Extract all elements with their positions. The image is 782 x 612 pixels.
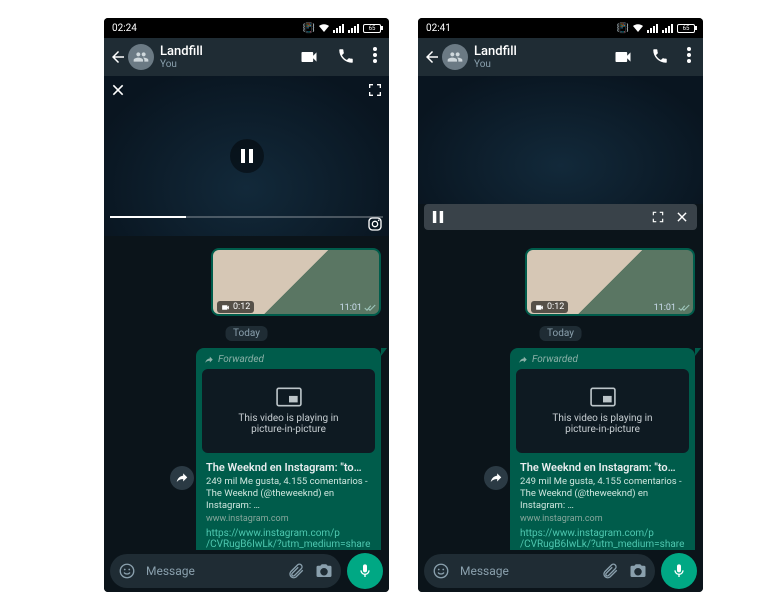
close-player-button[interactable]: [110, 82, 126, 98]
share-button[interactable]: [484, 466, 508, 490]
vibrate-icon: 📳: [617, 23, 629, 34]
status-bar: 02:24 📳 65: [104, 18, 389, 38]
fullscreen-button[interactable]: [367, 82, 383, 98]
message-composer: Message: [418, 550, 703, 592]
input-placeholder: Message: [460, 564, 591, 578]
link-message-bubble[interactable]: Forwarded This video is playing inpictur…: [196, 348, 381, 550]
battery-icon: 65: [363, 24, 381, 33]
share-button[interactable]: [170, 466, 194, 490]
battery-icon: 65: [677, 24, 695, 33]
link-preview[interactable]: The Weeknd en Instagram: "tomorr… 249 mi…: [514, 455, 691, 526]
video-duration: 0:12: [531, 301, 568, 313]
camera-button[interactable]: [629, 562, 647, 580]
mic-button[interactable]: [661, 553, 697, 589]
back-button[interactable]: [422, 48, 442, 66]
message-time: 11:01: [340, 303, 376, 313]
chat-title: Landfill: [160, 44, 299, 59]
emoji-button[interactable]: [118, 562, 136, 580]
status-bar: 02:41 📳 65: [418, 18, 703, 38]
voice-call-button[interactable]: [651, 47, 669, 67]
pause-button[interactable]: [230, 139, 264, 173]
chat-header: Landfill You: [418, 38, 703, 76]
link-url[interactable]: https://www.instagram.com/p/CVRugB6IwLk/…: [514, 526, 691, 550]
chat-title: Landfill: [474, 44, 613, 59]
emoji-button[interactable]: [432, 562, 450, 580]
video-call-button[interactable]: [299, 47, 319, 67]
link-domain: www.instagram.com: [520, 514, 685, 524]
input-placeholder: Message: [146, 564, 277, 578]
link-domain: www.instagram.com: [206, 514, 371, 524]
message-input[interactable]: Message: [424, 554, 655, 588]
forwarded-label: Forwarded: [200, 352, 377, 367]
link-description: 249 mil Me gusta, 4.155 comentarios - Th…: [206, 476, 371, 512]
more-menu-button[interactable]: [373, 47, 377, 67]
instagram-icon: [367, 216, 383, 232]
signal2-icon: [348, 24, 359, 33]
date-chip: Today: [539, 326, 582, 341]
back-button[interactable]: [108, 48, 128, 66]
pip-pause-button[interactable]: [432, 211, 444, 223]
seek-bar[interactable]: [110, 216, 383, 218]
message-composer: Message: [104, 550, 389, 592]
voice-call-button[interactable]: [337, 47, 355, 67]
more-menu-button[interactable]: [687, 47, 691, 67]
link-title: The Weeknd en Instagram: "tomorr…: [206, 461, 371, 474]
wifi-icon: [319, 24, 329, 32]
date-chip: Today: [225, 326, 268, 341]
chat-header: Landfill You: [104, 38, 389, 76]
signal-icon: [333, 24, 344, 33]
pip-placeholder[interactable]: This video is playing inpicture-in-pictu…: [202, 369, 375, 453]
link-title: The Weeknd en Instagram: "tomorr…: [520, 461, 685, 474]
video-surface[interactable]: [418, 76, 703, 204]
forwarded-label: Forwarded: [514, 352, 691, 367]
video-message-bubble[interactable]: 0:12 11:01: [211, 248, 381, 316]
chat-subtitle: You: [474, 59, 613, 70]
link-message-bubble[interactable]: Forwarded This video is playing inpictur…: [510, 348, 695, 550]
attach-button[interactable]: [601, 562, 619, 580]
inline-video-player[interactable]: [104, 76, 389, 236]
pip-close-button[interactable]: [675, 210, 689, 224]
camera-button[interactable]: [315, 562, 333, 580]
attach-button[interactable]: [287, 562, 305, 580]
chat-subtitle: You: [160, 59, 299, 70]
pip-placeholder[interactable]: This video is playing inpicture-in-pictu…: [516, 369, 689, 453]
video-message-bubble[interactable]: 0:12 11:01: [525, 248, 695, 316]
chat-title-block[interactable]: Landfill You: [160, 44, 299, 70]
mic-button[interactable]: [347, 553, 383, 589]
signal-icon: [647, 24, 658, 33]
group-avatar[interactable]: [442, 44, 468, 70]
signal2-icon: [662, 24, 673, 33]
link-description: 249 mil Me gusta, 4.155 comentarios - Th…: [520, 476, 685, 512]
link-preview[interactable]: The Weeknd en Instagram: "tomorr… 249 mi…: [200, 455, 377, 526]
link-url[interactable]: https://www.instagram.com/p/CVRugB6IwLk/…: [200, 526, 377, 550]
group-avatar[interactable]: [128, 44, 154, 70]
message-time: 11:01: [654, 303, 690, 313]
pip-control-bar: [424, 204, 697, 230]
pip-fullscreen-button[interactable]: [651, 210, 665, 224]
video-call-button[interactable]: [613, 47, 633, 67]
clock: 02:24: [112, 23, 137, 34]
video-duration: 0:12: [217, 301, 254, 313]
wifi-icon: [633, 24, 643, 32]
vibrate-icon: 📳: [303, 23, 315, 34]
chat-title-block[interactable]: Landfill You: [474, 44, 613, 70]
message-input[interactable]: Message: [110, 554, 341, 588]
clock: 02:41: [426, 23, 451, 34]
